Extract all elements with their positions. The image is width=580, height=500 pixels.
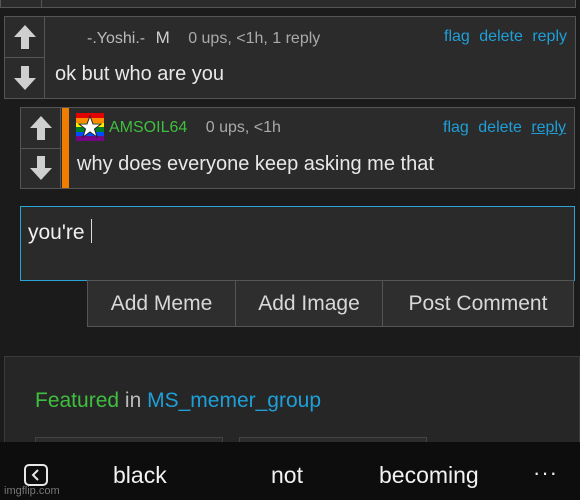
previous-comment-fragment — [0, 0, 576, 8]
reply-textarea[interactable]: you're — [20, 206, 575, 281]
comment-text: why does everyone keep asking me that — [77, 153, 434, 175]
username[interactable]: AMSOIL64 — [109, 119, 187, 136]
post-comment-button[interactable]: Post Comment — [383, 281, 573, 326]
comment-button-bar: Add Meme Add Image Post Comment — [87, 280, 574, 327]
flag-link[interactable]: flag — [444, 28, 470, 45]
arrow-up-icon — [30, 116, 52, 140]
keyboard-suggestion-bar: black not becoming ··· — [0, 442, 580, 500]
more-options-icon[interactable]: ··· — [533, 460, 558, 486]
comment-meta: AMSOIL64 0 ups, <1h — [109, 119, 281, 137]
arrow-up-icon — [14, 25, 36, 49]
comment-stats: 0 ups, <1h — [205, 119, 281, 136]
add-meme-button[interactable]: Add Meme — [88, 281, 236, 326]
featured-line: Featured in MS_memer_group — [35, 389, 321, 413]
downvote-button[interactable] — [5, 57, 45, 98]
reply-accent-bar — [62, 108, 69, 188]
reply-input-text: you're — [28, 219, 92, 245]
vote-column — [21, 108, 61, 188]
featured-group-link[interactable]: MS_memer_group — [147, 389, 321, 412]
suggestion-word[interactable]: black — [113, 462, 167, 489]
comment-yoshi: -.Yoshi.- M 0 ups, <1h, 1 reply flag del… — [4, 16, 576, 99]
comment-actions: flag delete reply — [438, 119, 566, 137]
featured-in: in — [124, 389, 142, 412]
keyboard-collapse-icon[interactable] — [24, 464, 48, 486]
flag-link[interactable]: flag — [443, 119, 469, 136]
suggestion-word[interactable]: not — [271, 462, 303, 489]
user-avatar[interactable] — [76, 113, 104, 141]
arrow-down-icon — [14, 65, 36, 90]
comment-actions: flag delete reply — [439, 28, 567, 46]
upvote-button[interactable] — [21, 108, 61, 149]
comment-meta: -.Yoshi.- M 0 ups, <1h, 1 reply — [87, 28, 320, 48]
watermark: imgflip.com — [4, 485, 60, 497]
comment-stats: 0 ups, <1h, 1 reply — [188, 30, 321, 47]
username[interactable]: -.Yoshi.- — [87, 30, 145, 47]
add-image-button[interactable]: Add Image — [236, 281, 383, 326]
mod-badge: M — [155, 28, 170, 47]
downvote-button[interactable] — [21, 147, 61, 188]
comment-text: ok but who are you — [55, 63, 224, 85]
upvote-button[interactable] — [5, 17, 45, 58]
reply-link[interactable]: reply — [531, 119, 566, 136]
delete-link[interactable]: delete — [479, 28, 523, 45]
comment-amsoil: AMSOIL64 0 ups, <1h flag delete reply wh… — [20, 107, 575, 189]
reply-link[interactable]: reply — [532, 28, 567, 45]
rainbow-flag-star-icon — [76, 113, 104, 141]
text-caret — [90, 219, 92, 243]
arrow-down-icon — [30, 155, 52, 180]
delete-link[interactable]: delete — [478, 119, 522, 136]
vote-column — [5, 17, 45, 98]
suggestion-word[interactable]: becoming — [379, 462, 479, 489]
featured-label: Featured — [35, 389, 120, 412]
